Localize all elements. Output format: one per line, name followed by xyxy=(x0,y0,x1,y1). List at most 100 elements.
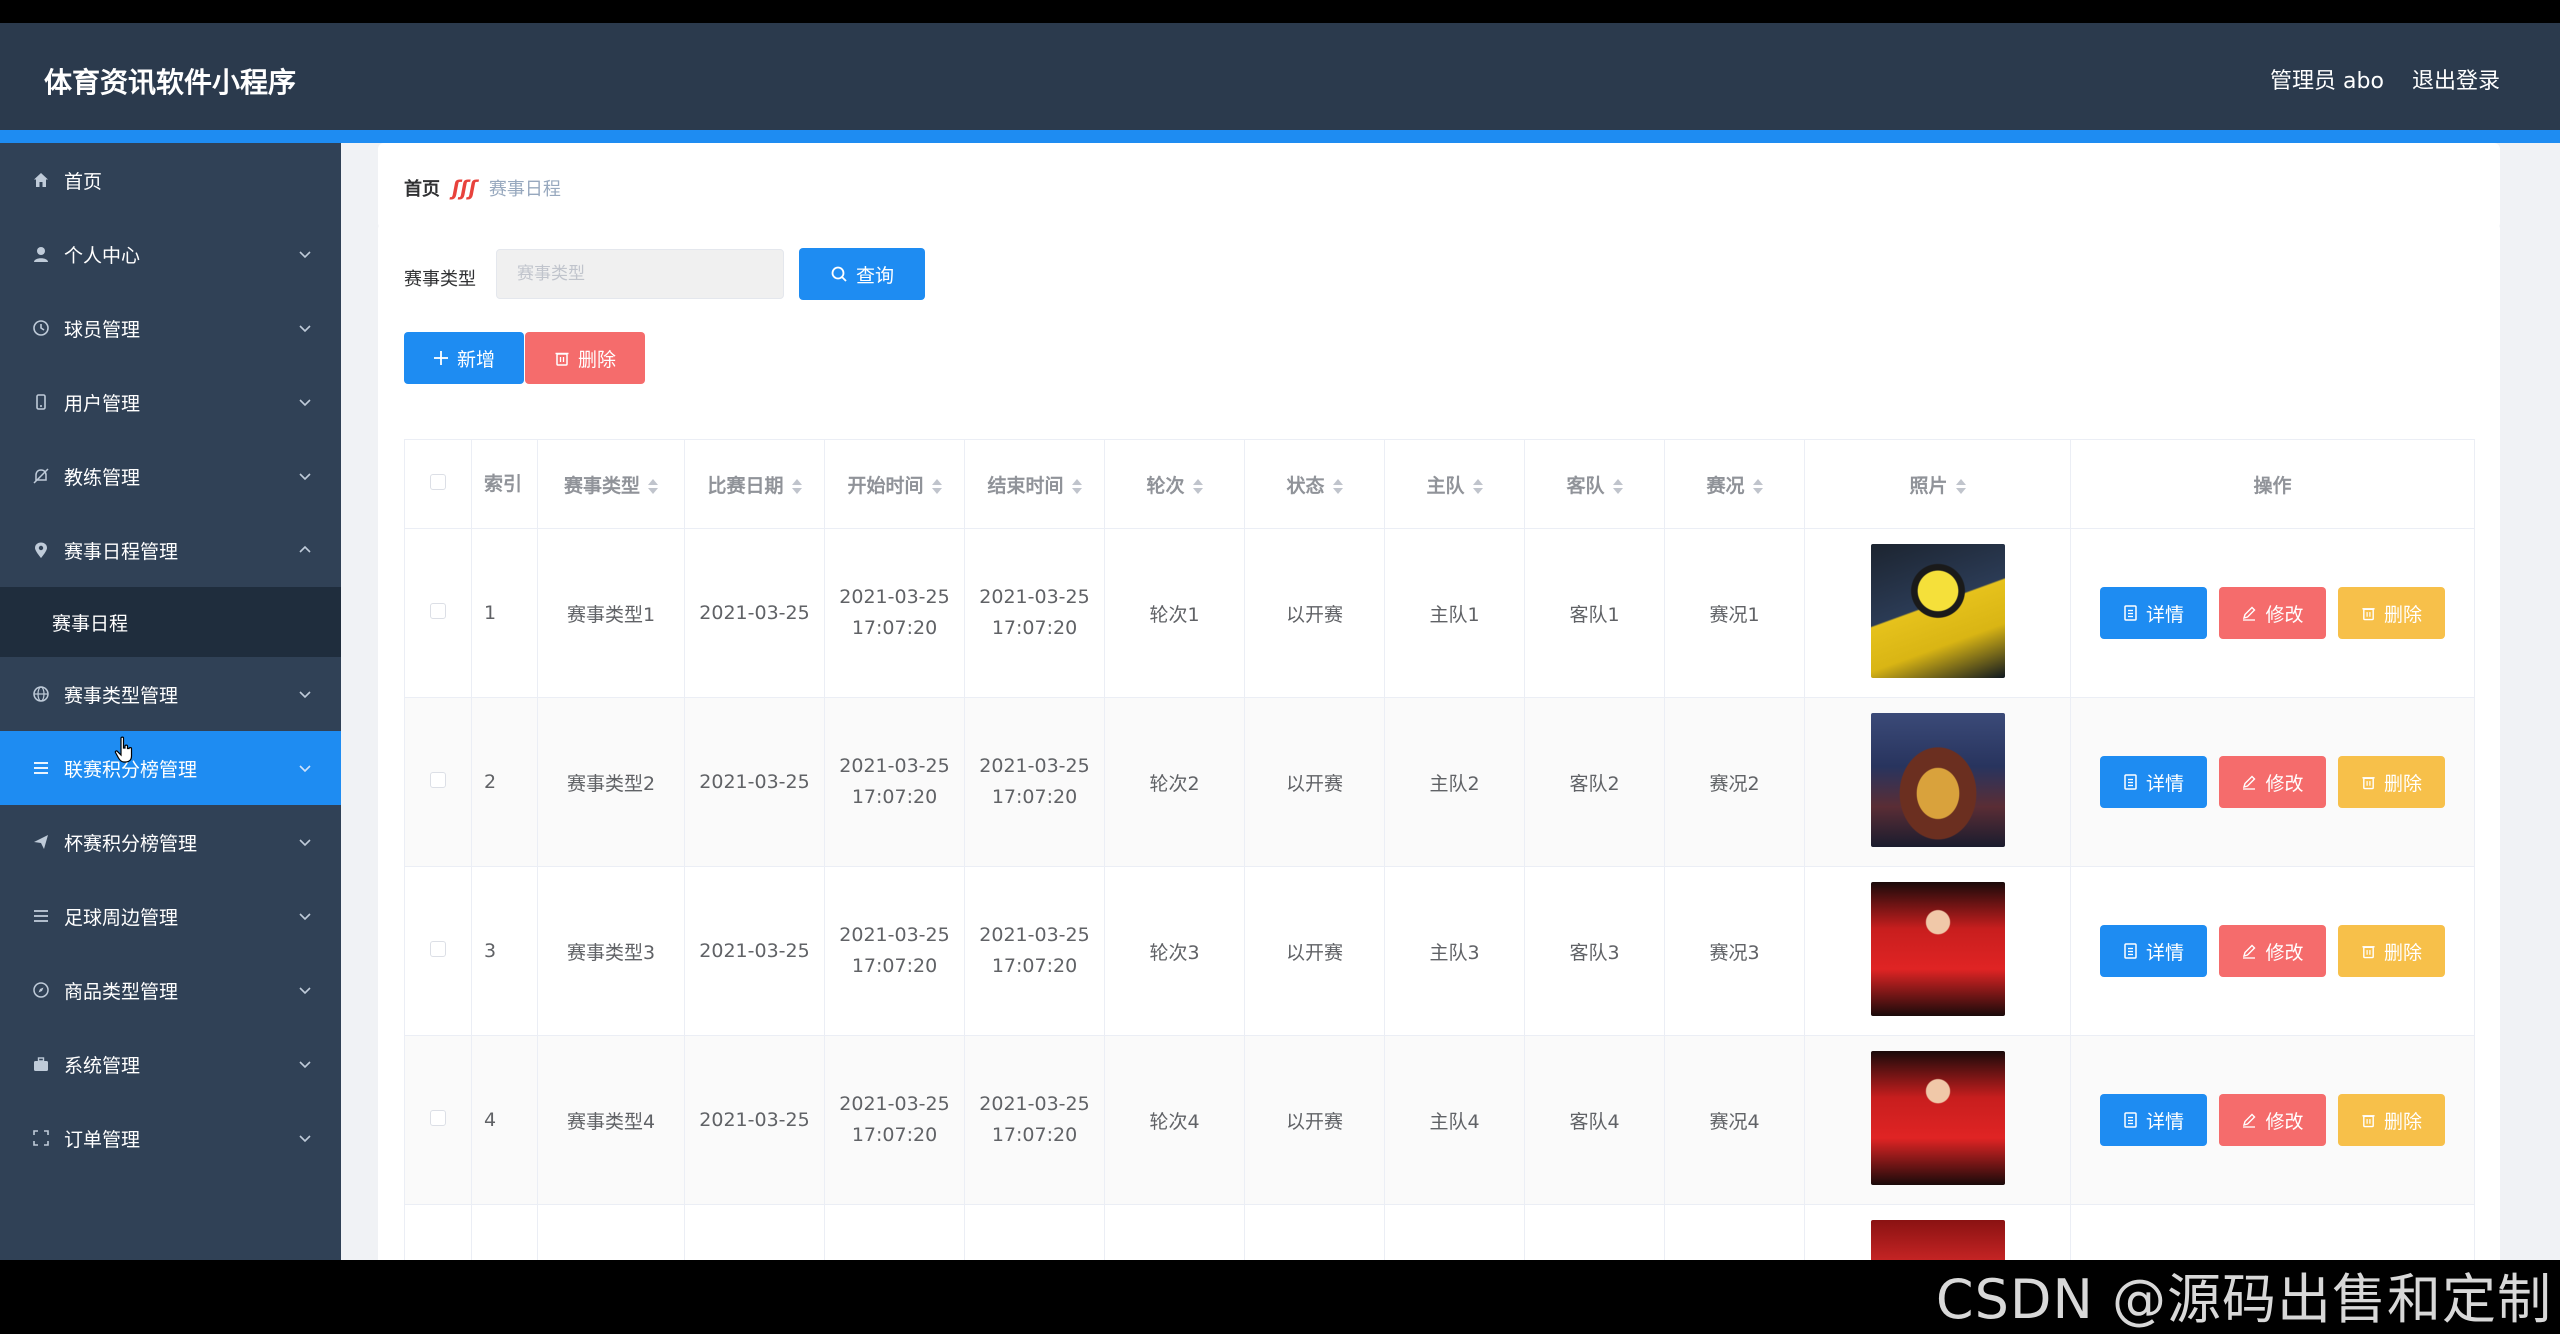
match-photo[interactable] xyxy=(1870,712,2005,847)
cell-home: 主队1 xyxy=(1384,528,1525,698)
cell-home: 主队2 xyxy=(1384,697,1525,867)
sidebar-item-merchandise[interactable]: 足球周边管理 xyxy=(0,879,341,953)
trash-icon xyxy=(2362,1115,2375,1128)
header-round[interactable]: 轮次 xyxy=(1104,439,1245,529)
mouse-pointer-icon xyxy=(114,736,136,768)
table-row: 3 赛事类型3 2021-03-25 2021-03-25 17:07:20 2021-0… xyxy=(404,866,2475,1036)
breadcrumb-home[interactable]: 首页 xyxy=(404,175,440,201)
send-icon xyxy=(30,831,52,853)
chevron-down-icon xyxy=(297,760,313,776)
breadcrumb: 首页 ʃʃʃ 赛事日程 xyxy=(404,175,561,201)
match-photo[interactable] xyxy=(1870,1050,2005,1185)
header-type[interactable]: 赛事类型 xyxy=(537,439,685,529)
delete-button[interactable]: 删除 xyxy=(2338,925,2445,977)
sidebar-item-coaches[interactable]: 教练管理 xyxy=(0,439,341,513)
cell-type: 赛事类型3 xyxy=(537,866,685,1036)
cell-status: 以开赛 xyxy=(1244,528,1385,698)
document-icon xyxy=(2124,605,2137,621)
chevron-down-icon xyxy=(297,394,313,410)
cell-match-date: 2021-03-25 xyxy=(684,866,825,1036)
sidebar-item-product-types[interactable]: 商品类型管理 xyxy=(0,953,341,1027)
end-date: 2021-03-25 xyxy=(979,924,1090,946)
match-photo[interactable] xyxy=(1870,881,2005,1016)
header-label: 结束时间 xyxy=(987,474,1064,497)
cell-type: 赛事类型4 xyxy=(537,1035,685,1205)
sidebar-item-home[interactable]: 首页 xyxy=(0,143,341,217)
detail-button[interactable]: 详情 xyxy=(2100,587,2207,639)
watermark: CSDN @源码出售和定制 xyxy=(1935,1268,2552,1331)
cell-type: 赛事类型1 xyxy=(537,528,685,698)
detail-button[interactable]: 详情 xyxy=(2100,925,2207,977)
sort-icon xyxy=(1612,478,1623,494)
edit-button[interactable]: 修改 xyxy=(2219,587,2326,639)
sort-icon xyxy=(1955,478,1966,494)
sidebar-item-profile[interactable]: 个人中心 xyxy=(0,217,341,291)
sidebar-item-event-types[interactable]: 赛事类型管理 xyxy=(0,657,341,731)
sidebar-subitem-schedule[interactable]: 赛事日程 xyxy=(0,587,341,657)
select-all-checkbox[interactable] xyxy=(404,439,472,529)
start-clock: 17:07:20 xyxy=(851,617,938,639)
logout-link[interactable]: 退出登录 xyxy=(2412,63,2500,95)
sidebar-item-users[interactable]: 用户管理 xyxy=(0,365,341,439)
header-label: 开始时间 xyxy=(847,474,924,497)
chevron-down-icon xyxy=(297,320,313,336)
cell-situation: 赛况5 xyxy=(1664,1204,1805,1260)
cell-situation: 赛况3 xyxy=(1664,866,1805,1036)
header-photo[interactable]: 照片 xyxy=(1804,439,2071,529)
add-button[interactable]: 新增 xyxy=(404,332,524,384)
row-checkbox[interactable] xyxy=(404,866,472,1036)
query-button[interactable]: 查询 xyxy=(799,248,925,300)
cell-match-date: 2021-03-25 xyxy=(684,1035,825,1205)
detail-button[interactable]: 详情 xyxy=(2100,756,2207,808)
header-start-time[interactable]: 开始时间 xyxy=(824,439,965,529)
start-date: 2021-03-25 xyxy=(839,755,950,777)
batch-delete-button[interactable]: 删除 xyxy=(525,332,645,384)
content-card: 赛事类型 查询 新增 删除 索引 赛事类型 xyxy=(378,223,2500,1260)
header-status[interactable]: 状态 xyxy=(1244,439,1385,529)
add-button-label: 新增 xyxy=(456,348,495,371)
row-checkbox[interactable] xyxy=(404,1204,472,1260)
sidebar-item-system[interactable]: 系统管理 xyxy=(0,1027,341,1101)
sidebar-item-cup-standings[interactable]: 杯赛积分榜管理 xyxy=(0,805,341,879)
sidebar-item-schedule[interactable]: 赛事日程管理 xyxy=(0,513,341,587)
row-checkbox[interactable] xyxy=(404,1035,472,1205)
cell-index: 3 xyxy=(471,866,538,1036)
sidebar-item-league-standings[interactable]: 联赛积分榜管理 xyxy=(0,731,341,805)
search-icon xyxy=(831,266,847,282)
briefcase-icon xyxy=(30,1053,52,1075)
header-end-time[interactable]: 结束时间 xyxy=(964,439,1105,529)
edit-button[interactable]: 修改 xyxy=(2219,925,2326,977)
header-away[interactable]: 客队 xyxy=(1524,439,1665,529)
query-button-label: 查询 xyxy=(855,264,894,287)
header-home[interactable]: 主队 xyxy=(1384,439,1525,529)
cell-home: 主队3 xyxy=(1384,866,1525,1036)
screen-top-bar xyxy=(0,0,2560,23)
match-photo[interactable] xyxy=(1870,543,2005,678)
detail-button[interactable]: 详情 xyxy=(2100,1094,2207,1146)
edit-button-label: 修改 xyxy=(2265,941,2304,964)
edit-button[interactable]: 修改 xyxy=(2219,756,2326,808)
breadcrumb-current: 赛事日程 xyxy=(488,179,561,200)
globe-icon xyxy=(30,683,52,705)
pencil-icon xyxy=(2243,1113,2256,1128)
header-label: 赛况 xyxy=(1706,474,1745,497)
delete-button[interactable]: 删除 xyxy=(2338,587,2445,639)
cell-away: 客队1 xyxy=(1524,528,1665,698)
delete-button[interactable]: 删除 xyxy=(2338,756,2445,808)
match-photo[interactable] xyxy=(1870,1219,2005,1260)
header-match-date[interactable]: 比赛日期 xyxy=(684,439,825,529)
delete-button[interactable]: 删除 xyxy=(2338,1094,2445,1146)
search-input[interactable] xyxy=(496,249,784,299)
row-checkbox[interactable] xyxy=(404,697,472,867)
end-clock: 17:07:20 xyxy=(991,617,1078,639)
chevron-down-icon xyxy=(297,468,313,484)
row-checkbox[interactable] xyxy=(404,528,472,698)
sidebar-item-orders[interactable]: 订单管理 xyxy=(0,1101,341,1175)
user-label: 管理员 abo xyxy=(2270,69,2384,94)
cell-away: 客队3 xyxy=(1524,866,1665,1036)
chevron-up-icon xyxy=(297,542,313,558)
header-situation[interactable]: 赛况 xyxy=(1664,439,1805,529)
sidebar-item-label: 首页 xyxy=(64,170,103,193)
edit-button[interactable]: 修改 xyxy=(2219,1094,2326,1146)
sidebar-item-players[interactable]: 球员管理 xyxy=(0,291,341,365)
